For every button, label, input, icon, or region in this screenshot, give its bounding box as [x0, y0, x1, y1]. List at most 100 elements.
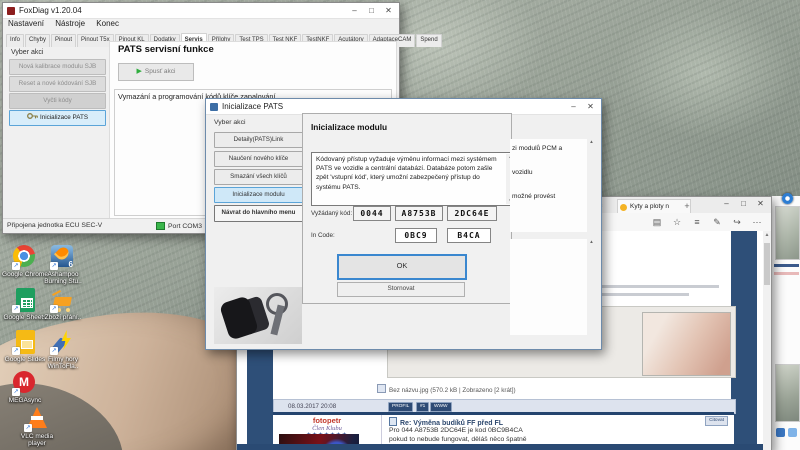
tab-pinout[interactable]: Pinout: [51, 34, 76, 47]
desktop-icon-vlc[interactable]: ↗ VLC media player: [14, 406, 60, 448]
divider: [774, 272, 799, 275]
action-button-pats[interactable]: Inicializace PATS: [9, 110, 106, 126]
new-tab-button[interactable]: +: [681, 199, 693, 213]
icon-label: VLC media player: [14, 433, 60, 448]
minimize-button[interactable]: –: [718, 197, 735, 210]
icon-label: Filmy hory WinToFla..: [40, 356, 86, 371]
post-number-tag[interactable]: #1: [416, 402, 429, 412]
favicon: [620, 204, 627, 211]
thumbnail-photo[interactable]: [775, 206, 800, 260]
scroll-up-arrow[interactable]: ▲: [763, 231, 771, 240]
foxdiag-titlebar[interactable]: FoxDiag v1.20.04 – □ ✕: [3, 3, 399, 19]
browser-tab-active[interactable]: Kyty a ploty n: [617, 199, 691, 214]
erase-keys-button[interactable]: Smazání všech klíčů: [214, 169, 303, 185]
tab-info[interactable]: Info: [6, 34, 24, 47]
menu-konec[interactable]: Konec: [96, 19, 119, 28]
play-icon: ▶: [136, 68, 141, 75]
hub-icon[interactable]: ≡: [687, 215, 707, 230]
profile-tag[interactable]: PROFIL: [388, 402, 413, 412]
mini-icon[interactable]: [788, 428, 797, 437]
quote-button[interactable]: Citovat: [705, 416, 728, 426]
outcode-field-3[interactable]: 2DC64E: [447, 206, 497, 221]
init-module-panel: Inicializace modulu Kódovaný přístup vyž…: [302, 113, 512, 304]
desktop-icon-wintoflash[interactable]: ↗ Filmy hory WinToFla..: [40, 330, 86, 371]
tab-spend[interactable]: Spend: [416, 34, 441, 47]
background-scrollbar[interactable]: ▲: [587, 139, 596, 232]
pats-dialog: Inicializace PATS – ✕ Vyber akci Detaily…: [205, 98, 602, 350]
web-note-icon[interactable]: ✎: [707, 215, 727, 230]
favorites-star-icon[interactable]: ☆: [667, 215, 687, 230]
minimize-button[interactable]: –: [565, 100, 582, 113]
connection-status: Připojena jednotka ECU SEC-V: [7, 222, 102, 229]
blurred-text-line: [601, 285, 719, 288]
attachment-photo[interactable]: [642, 312, 731, 376]
back-to-menu-button[interactable]: Návrat do hlavního menu: [214, 205, 303, 222]
incode-label: In Code:: [311, 232, 335, 239]
menu-nastroje[interactable]: Nástroje: [55, 19, 85, 28]
action-button-2[interactable]: Reset a nové kódování SJB: [9, 76, 106, 92]
reading-view-icon[interactable]: ▤: [647, 215, 667, 230]
shortcut-arrow-icon: ↗: [50, 347, 58, 355]
blurred-text-line: [601, 293, 689, 296]
port-led-icon: [156, 222, 165, 230]
shortcut-arrow-icon: ↗: [12, 262, 20, 270]
divider: [774, 264, 799, 267]
background-window-strip[interactable]: [771, 196, 800, 450]
action-button-1[interactable]: Nová kalibrace modulu SJB: [9, 59, 106, 75]
panel-heading: PATS servisní funkce: [118, 44, 214, 55]
close-button[interactable]: ✕: [752, 197, 769, 210]
close-button[interactable]: ✕: [380, 4, 397, 17]
action-button-3[interactable]: Vyčti kódy: [9, 93, 106, 109]
notification-badge-icon[interactable]: [782, 193, 793, 204]
scrollbar-thumb[interactable]: [764, 243, 770, 285]
cancel-button[interactable]: Stornovat: [337, 282, 465, 297]
menu-nastaveni[interactable]: Nastavení: [8, 19, 44, 28]
browser-scrollbar[interactable]: ▲: [763, 231, 771, 450]
background-list-area: [510, 239, 587, 335]
learn-key-button[interactable]: Naučení nového klíče: [214, 151, 303, 167]
attachment-caption[interactable]: Bez názvu.jpg (570.2 kB | Zobrazeno [2 k…: [377, 384, 516, 394]
background-scrollbar[interactable]: ▲: [587, 239, 596, 335]
description-textbox[interactable]: Kódovaný přístup vyžaduje výměnu informa…: [311, 152, 517, 206]
desktop-icon-ashampoo[interactable]: 6↗ Ashampoo Burning Stu..: [40, 244, 86, 286]
background-text-area: zi modulů PCM a vozidlu možné provést: [510, 139, 587, 232]
username[interactable]: fotopetr: [273, 416, 381, 425]
ok-button[interactable]: OK: [337, 254, 467, 280]
incode-field-2[interactable]: B4CA: [447, 228, 491, 243]
post-title[interactable]: Re: Výměna budíků FF před FL: [389, 417, 503, 427]
post-body-line: Pro 044 A8753B 2DC64E je kod 0BC9B4CA: [389, 427, 523, 434]
shortcut-arrow-icon: ↗: [12, 388, 20, 396]
minimize-button[interactable]: –: [346, 4, 363, 17]
close-button[interactable]: ✕: [582, 100, 599, 113]
share-icon[interactable]: ↪: [727, 215, 747, 230]
dialog-title: Inicializace PATS: [222, 102, 283, 111]
outcode-field-2[interactable]: A8753B: [395, 206, 443, 221]
init-module-button[interactable]: Inicializace modulu: [214, 187, 303, 203]
www-tag[interactable]: WWW: [430, 402, 452, 412]
incode-field-1[interactable]: 0BC9: [395, 228, 437, 243]
outcode-label: Vyžádaný kód:: [311, 210, 352, 217]
cart-icon: ↗: [51, 288, 75, 312]
desktop-icon-shop[interactable]: ↗ Zboží přání..: [40, 288, 86, 321]
app-icon: [7, 7, 15, 15]
menu-bar: Nastavení Nástroje Konec: [3, 19, 399, 32]
pats-link-button[interactable]: Detaily(PATS)Link: [214, 132, 303, 148]
run-action-button[interactable]: ▶Spusť akci: [118, 63, 194, 81]
desktop-icon-megasync[interactable]: M↗ MEGAsync: [2, 370, 48, 404]
key-icon: [27, 112, 38, 120]
maximize-button[interactable]: □: [735, 197, 752, 210]
post-icon: [389, 417, 397, 426]
clipped-text-line: možné provést: [512, 193, 555, 200]
mini-icon[interactable]: [776, 428, 785, 437]
maximize-button[interactable]: □: [363, 4, 380, 17]
clipped-text-line: vozidlu: [512, 169, 533, 176]
port-label: Port COM3: [168, 223, 202, 230]
clipped-text-line: zi modulů PCM a: [512, 145, 562, 152]
attachment-icon: [377, 384, 386, 393]
outcode-field-1[interactable]: 0044: [353, 206, 391, 221]
more-icon[interactable]: ⋯: [747, 215, 767, 230]
shortcut-arrow-icon: ↗: [50, 262, 58, 270]
thumbnail-photo[interactable]: [775, 364, 800, 422]
shortcut-arrow-icon: ↗: [24, 424, 32, 432]
tab-chyby[interactable]: Chyby: [25, 34, 50, 47]
